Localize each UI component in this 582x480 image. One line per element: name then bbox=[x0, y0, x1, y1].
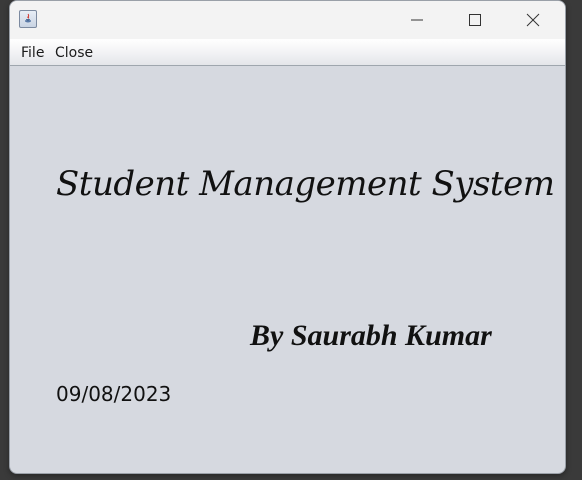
maximize-icon bbox=[469, 14, 481, 26]
title-bar[interactable] bbox=[10, 1, 565, 39]
menu-bar: File Close bbox=[10, 39, 565, 66]
close-button[interactable] bbox=[504, 1, 562, 39]
date-label: 09/08/2023 bbox=[56, 382, 172, 406]
menu-close[interactable]: Close bbox=[55, 45, 93, 61]
java-app-icon[interactable] bbox=[19, 10, 37, 28]
app-window: File Close Student Management System By … bbox=[9, 0, 566, 474]
author-label: By Saurabh Kumar bbox=[250, 319, 492, 352]
menu-file[interactable]: File bbox=[21, 45, 44, 61]
close-icon bbox=[526, 13, 540, 27]
minimize-icon bbox=[411, 19, 423, 21]
minimize-button[interactable] bbox=[388, 1, 446, 39]
page-title: Student Management System bbox=[56, 164, 555, 204]
maximize-button[interactable] bbox=[446, 1, 504, 39]
